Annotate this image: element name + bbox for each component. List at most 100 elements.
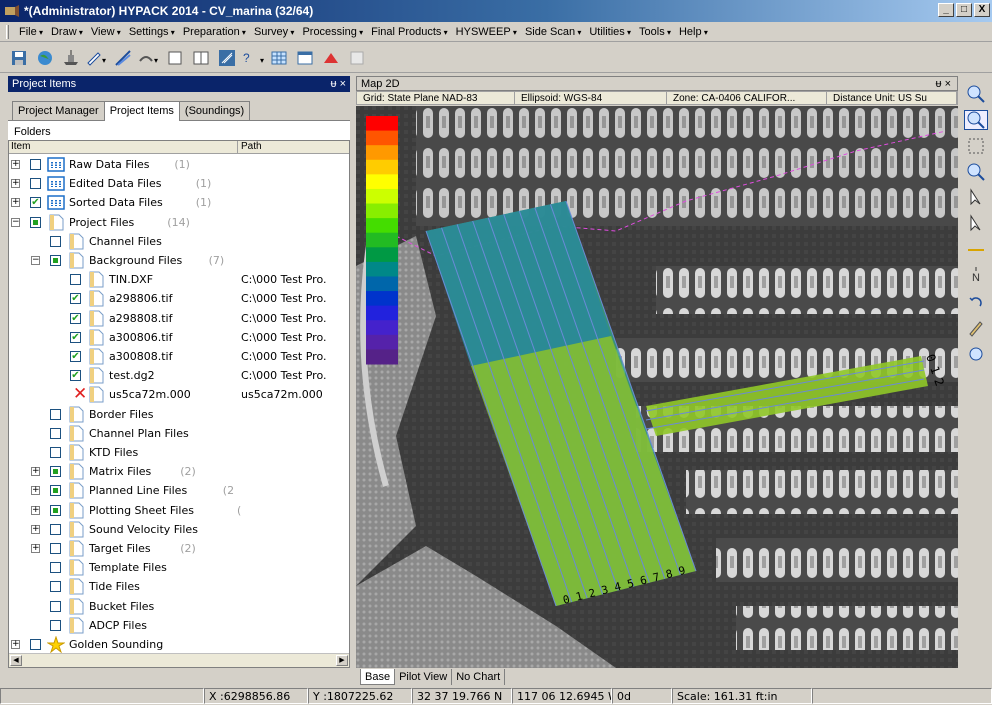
item-checkbox[interactable] [50, 543, 61, 554]
menu-final-products[interactable]: Final Products [367, 26, 452, 38]
rectangle-icon[interactable] [164, 47, 186, 69]
matrix-icon[interactable] [268, 47, 290, 69]
pointer-icon[interactable] [964, 214, 988, 234]
expand-icon[interactable]: + [31, 524, 40, 534]
item-checkbox[interactable] [50, 255, 61, 266]
tree-item[interactable]: + Golden Sounding [9, 635, 349, 654]
expand-icon[interactable]: + [31, 486, 40, 496]
item-checkbox[interactable] [50, 581, 61, 593]
item-checkbox[interactable] [50, 485, 61, 497]
tree-item[interactable]: ✔ a298808.tif C:\000 Test Pro. [9, 309, 349, 328]
tree-item[interactable]: ✔ a300806.tif C:\000 Test Pro. [9, 328, 349, 347]
item-checkbox[interactable] [30, 159, 41, 170]
menu-preparation[interactable]: Preparation [179, 26, 250, 38]
globe-icon[interactable] [34, 47, 56, 69]
expand-icon[interactable]: + [11, 179, 20, 189]
menu-view[interactable]: View [87, 26, 125, 38]
tree-item[interactable]: Channel Files [9, 232, 349, 251]
map-pin-close[interactable]: ᵾ × [936, 78, 952, 90]
zoom-in-icon[interactable] [964, 84, 988, 104]
scroll-left-arrow[interactable]: ◀ [10, 655, 22, 666]
tab-no-chart[interactable]: No Chart [452, 669, 506, 685]
planned-line-icon[interactable] [112, 47, 134, 69]
menu-draw[interactable]: Draw [47, 26, 87, 38]
item-checkbox[interactable]: ✔ [30, 197, 41, 209]
collapse-icon[interactable]: − [11, 217, 20, 227]
tab-pilot-view[interactable]: Pilot View [395, 669, 453, 685]
erase-icon[interactable] [346, 47, 368, 69]
north-arrow-icon[interactable]: N [964, 266, 988, 286]
tree-item[interactable]: + Raw Data Files (1) [9, 155, 349, 174]
item-checkbox[interactable]: ✔ [70, 370, 81, 382]
tree-item[interactable]: Bucket Files [9, 597, 349, 616]
item-checkbox[interactable] [50, 408, 61, 420]
menu-hysweep[interactable]: HYSWEEP [452, 26, 521, 38]
grid-toggle-icon[interactable] [216, 47, 238, 69]
item-checkbox[interactable] [50, 447, 61, 458]
item-checkbox[interactable]: ✔ [70, 351, 81, 362]
window-icon[interactable] [294, 47, 316, 69]
item-checkbox[interactable] [50, 600, 61, 612]
tree-item[interactable]: + Plotting Sheet Files ( [9, 501, 349, 520]
tree-item[interactable]: − Project Files (14) [9, 213, 349, 232]
item-checkbox[interactable] [30, 216, 41, 228]
item-checkbox[interactable] [50, 466, 61, 478]
menu-processing[interactable]: Processing [298, 26, 367, 38]
item-checkbox[interactable] [50, 562, 61, 574]
book-icon[interactable] [190, 47, 212, 69]
map-canvas[interactable]: 0 1 2 0 1 2 3 4 5 6 7 8 9 [356, 106, 958, 668]
tree-item[interactable]: + Target Files (2) [9, 539, 349, 558]
item-checkbox[interactable] [70, 274, 81, 286]
map-view[interactable]: 0 1 2 0 1 2 3 4 5 6 7 8 9 [356, 106, 958, 668]
draw-line-icon[interactable]: ▾ [86, 47, 108, 69]
tree-horizontal-scrollbar[interactable]: ◀ ▶ [9, 653, 349, 667]
menu-help[interactable]: Help [675, 26, 712, 38]
item-checkbox[interactable] [50, 235, 61, 247]
minimize-button[interactable]: _ [938, 3, 954, 17]
tab-project-items[interactable]: Project Items [103, 101, 180, 121]
tree-item[interactable]: + Planned Line Files (2 [9, 481, 349, 500]
item-checkbox[interactable]: ✔ [70, 331, 81, 343]
tree-item[interactable]: ADCP Files [9, 616, 349, 635]
tab-soundings[interactable]: (Soundings) [178, 101, 251, 120]
zoom-extents-icon[interactable] [964, 136, 988, 156]
expand-icon[interactable]: + [11, 198, 20, 208]
tree-item[interactable]: + Edited Data Files (1) [9, 174, 349, 193]
panel-pin-close[interactable]: ᵾ × [331, 78, 347, 90]
item-checkbox[interactable]: ✔ [70, 293, 81, 305]
item-checkbox[interactable] [50, 427, 61, 439]
menu-settings[interactable]: Settings [125, 26, 179, 38]
pointer-query-icon[interactable] [964, 188, 988, 208]
tree-item[interactable]: ✔ a298806.tif C:\000 Test Pro. [9, 289, 349, 308]
measure-icon[interactable] [964, 240, 988, 260]
tree-item[interactable]: + Sound Velocity Files [9, 520, 349, 539]
menu-utilities[interactable]: Utilities [585, 26, 635, 38]
expand-icon[interactable]: + [31, 467, 40, 477]
menu-tools[interactable]: Tools [635, 26, 675, 38]
maximize-button[interactable]: □ [956, 3, 972, 17]
tree-item[interactable]: Tide Files [9, 577, 349, 596]
survey-vessel-icon[interactable] [60, 47, 82, 69]
col-header-path[interactable]: Path [238, 141, 262, 153]
expand-icon[interactable]: + [11, 640, 20, 649]
tree-item[interactable]: Channel Plan Files [9, 424, 349, 443]
zoom-out-icon[interactable] [964, 162, 988, 182]
menu-side-scan[interactable]: Side Scan [521, 26, 585, 38]
expand-icon[interactable]: + [31, 505, 40, 515]
tree-item[interactable]: KTD Files [9, 443, 349, 462]
boat-path-icon[interactable]: ▾ [138, 47, 160, 69]
zoom-box-icon[interactable] [964, 110, 988, 130]
close-button[interactable]: X [974, 3, 990, 17]
tab-base[interactable]: Base [360, 669, 396, 685]
menu-survey[interactable]: Survey [250, 26, 299, 38]
scroll-right-arrow[interactable]: ▶ [336, 655, 348, 666]
save-icon[interactable] [8, 47, 30, 69]
tree-item[interactable]: ✕ us5ca72m.000 us5ca72m.000 [9, 385, 349, 404]
tree-item[interactable]: TIN.DXF C:\000 Test Pro. [9, 270, 349, 289]
sounding-display-icon[interactable]: ? ▾ [242, 47, 264, 69]
tree-item[interactable]: + ✔ Sorted Data Files (1) [9, 193, 349, 212]
collapse-icon[interactable]: − [31, 256, 40, 265]
undo-icon[interactable] [964, 292, 988, 312]
item-checkbox[interactable]: ✔ [70, 312, 81, 324]
expand-icon[interactable]: + [11, 160, 20, 169]
